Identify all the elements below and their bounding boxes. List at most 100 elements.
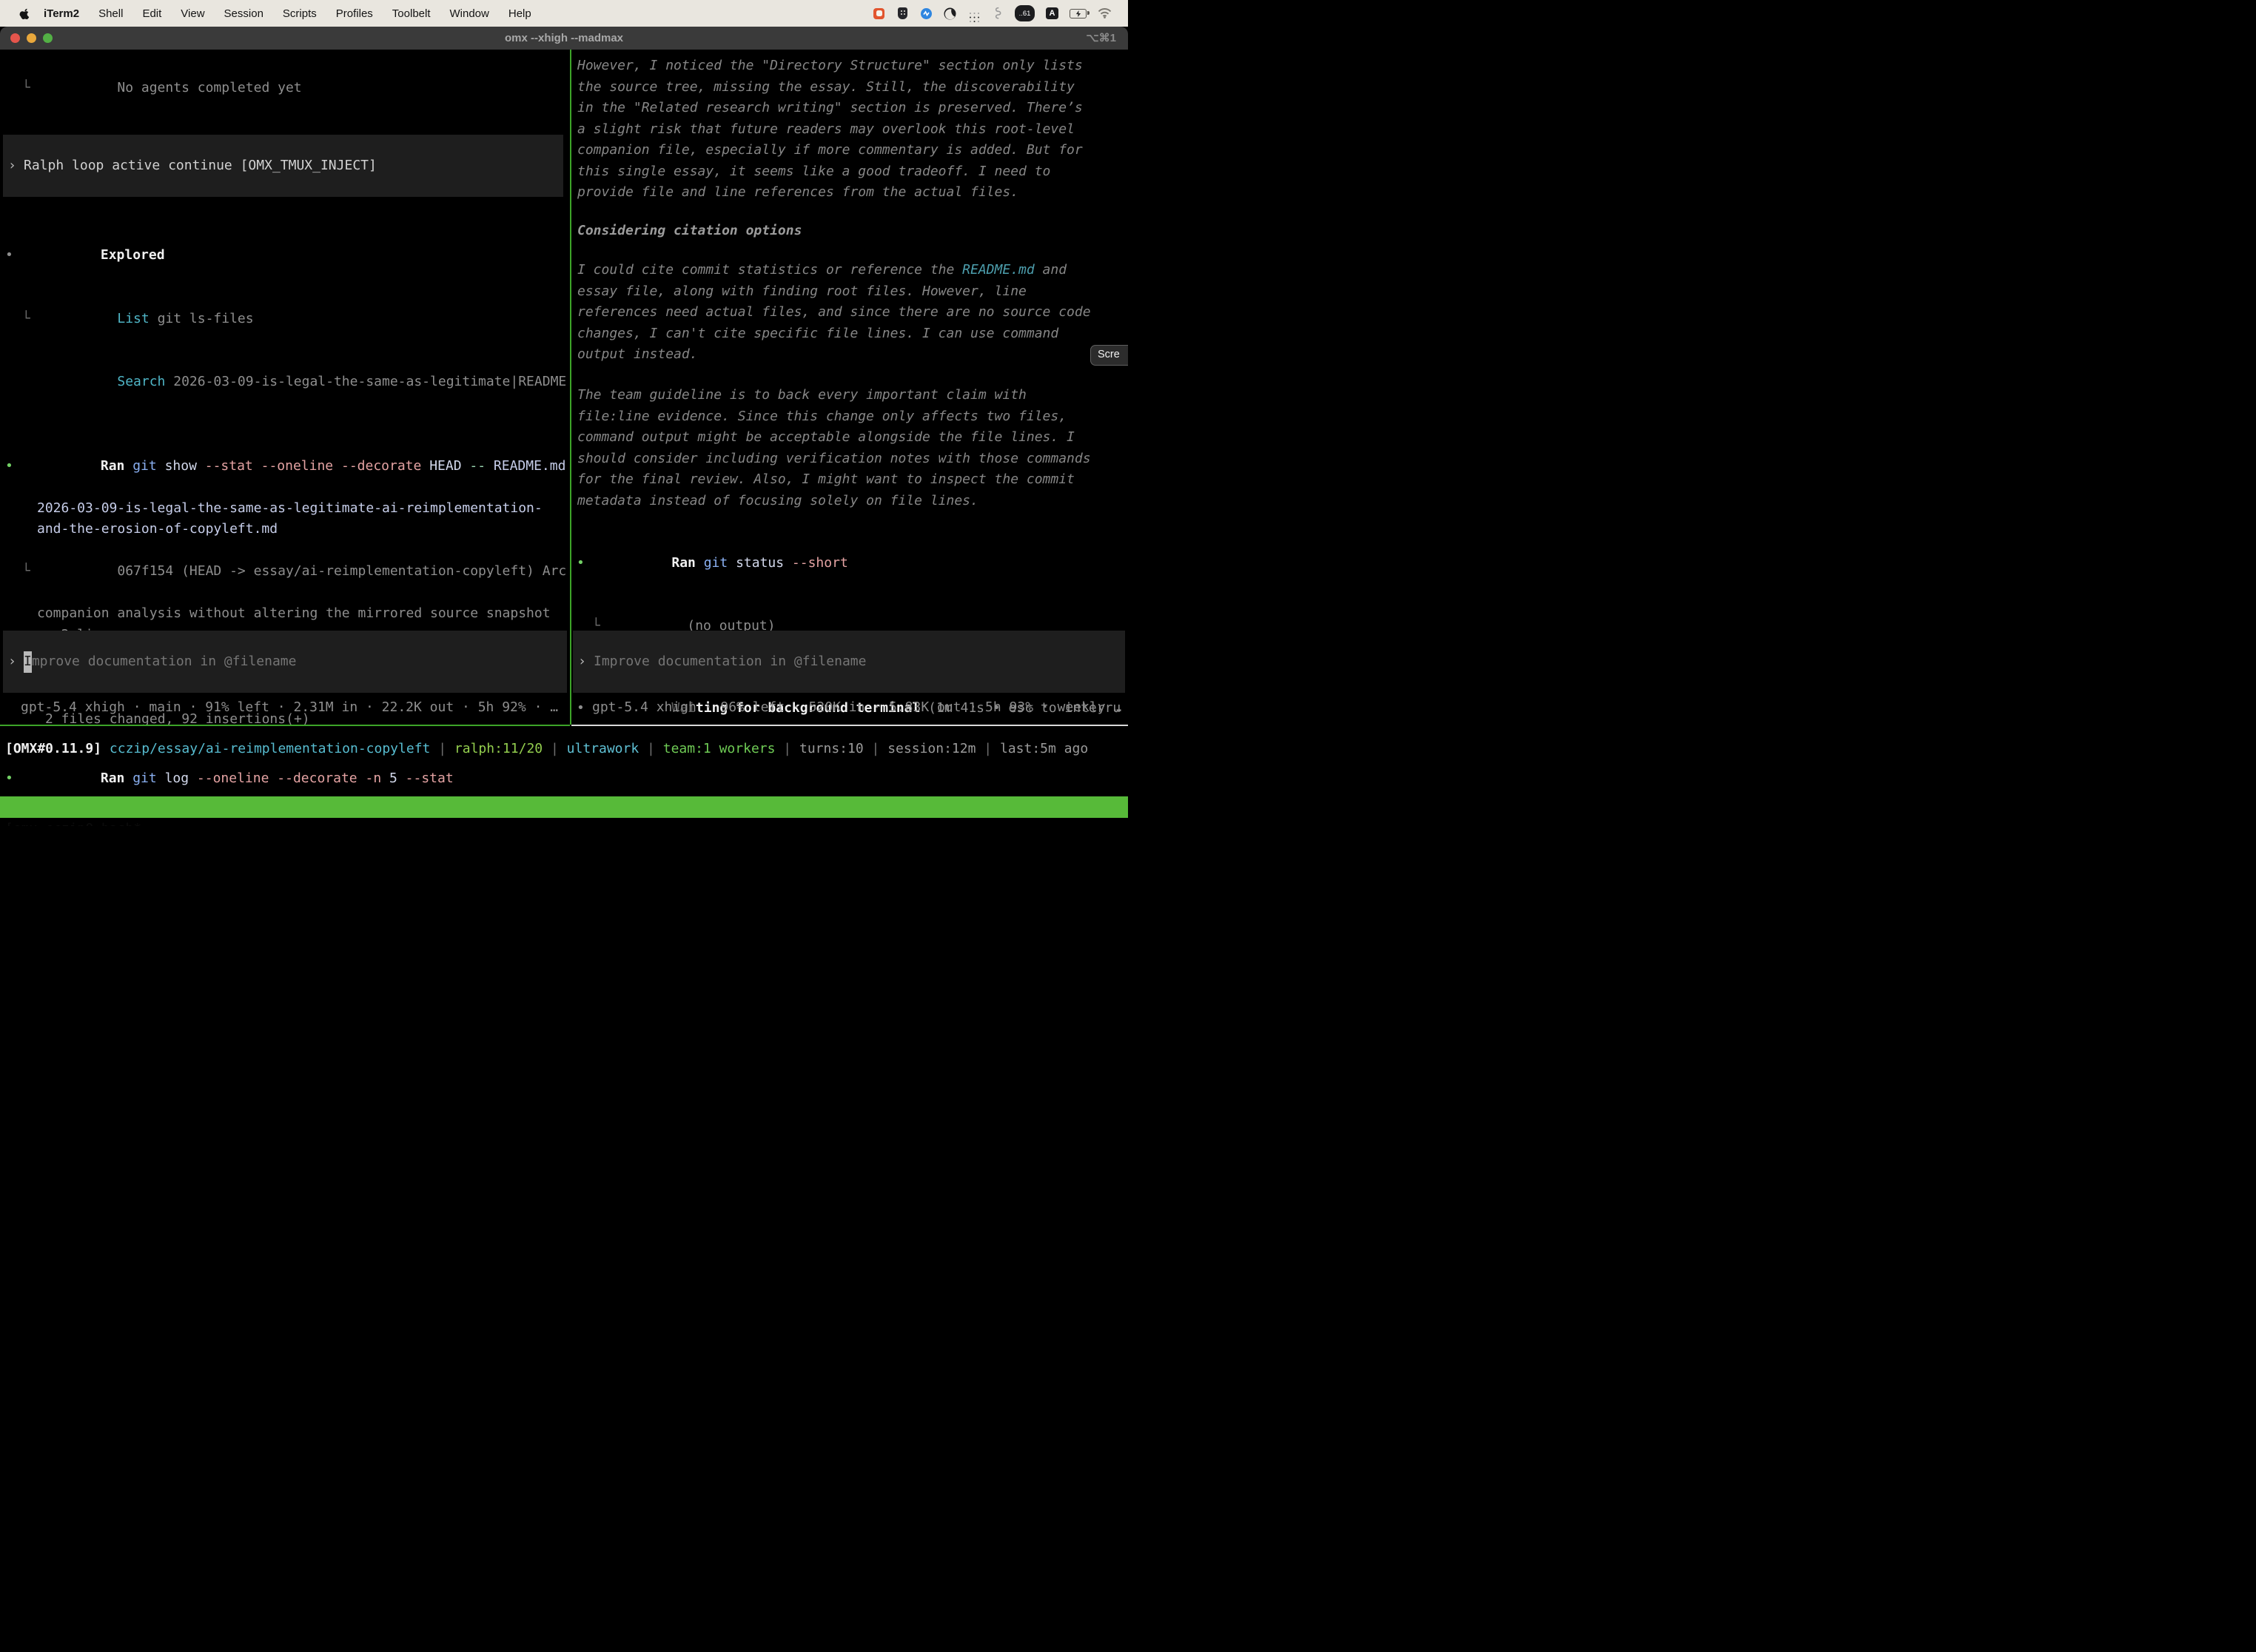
omx-version-label: [OMX#0.11.9]: [5, 741, 101, 756]
menu-item-session[interactable]: Session: [215, 7, 273, 20]
menu-item-help[interactable]: Help: [499, 7, 541, 20]
tree-branch-glyph: └: [22, 78, 30, 99]
tree-branch-glyph: └: [22, 309, 30, 330]
bullet-icon: •: [577, 553, 585, 574]
cmd-token-git: git: [132, 770, 157, 786]
bullet-icon: •: [577, 698, 585, 719]
separator: |: [551, 741, 559, 756]
tmux-session-label: [omx-cczip0:bash*: [5, 818, 141, 826]
wifi-icon[interactable]: [1098, 7, 1112, 20]
cmd-arg-wrap-line: 2026-03-09-is-legal-the-same-as-legitima…: [0, 498, 567, 520]
separator: |: [438, 741, 446, 756]
cmd-token-flags: --oneline --decorate -n: [197, 770, 381, 786]
window-shortcut-label: ⌥⌘1: [1086, 27, 1116, 50]
cmd-token-sep: --: [469, 458, 486, 474]
explored-header-line: •Explored: [0, 224, 567, 288]
dot-grid-icon[interactable]: [967, 7, 980, 20]
cmd-token-flags: --stat: [406, 770, 454, 786]
right-pane-border: [571, 725, 1128, 726]
left-pane-border: [0, 725, 570, 726]
squiggle-icon[interactable]: [991, 7, 1004, 20]
cmd-token-sub: show: [165, 458, 197, 474]
menu-item-shell[interactable]: Shell: [89, 7, 132, 20]
menu-item-profiles[interactable]: Profiles: [326, 7, 383, 20]
battery-icon[interactable]: [1070, 7, 1087, 20]
separator: |: [984, 741, 992, 756]
security-shield-icon[interactable]: [896, 7, 909, 20]
cmd-token-sub: status: [736, 555, 784, 571]
cmd-token-head: HEAD: [429, 458, 461, 474]
pane-divider[interactable]: [570, 50, 571, 725]
ralph-counter: ralph:11/20: [454, 741, 543, 756]
right-agent-pane: However, I noticed the "Directory Struct…: [571, 50, 1128, 740]
session-duration: session:12m: [887, 741, 976, 756]
last-activity-label: last:5m ago: [1000, 741, 1088, 756]
reasoning-paragraph: However, I noticed the "Directory Struct…: [571, 56, 1095, 204]
moon-icon[interactable]: [944, 7, 956, 20]
left-model-status-line: gpt-5.4 xhigh · main · 91% left · 2.31M …: [21, 697, 567, 719]
menu-bar-status-area: ..61 A: [873, 5, 1128, 21]
explored-list-line: └Listgit ls-files: [0, 287, 567, 351]
agents-status-line: └No agents completed yet: [0, 56, 567, 120]
prompt-text: Improve documentation in @filename: [3, 651, 567, 673]
menu-item-view[interactable]: View: [171, 7, 214, 20]
right-prompt-input[interactable]: ›Improve documentation in @filename: [573, 631, 1125, 693]
sync-badge-icon[interactable]: [920, 7, 933, 20]
bullet-icon: •: [5, 768, 13, 790]
cmd-token-flags: --stat --oneline --decorate: [205, 458, 422, 474]
omx-branch-path: cczip/essay/ai-reimplementation-copyleft: [110, 741, 430, 756]
left-agent-pane: └No agents completed yet ›Ralph loop act…: [0, 50, 570, 826]
cmd-output-line: └067f154 (HEAD -> essay/ai-reimplementat…: [0, 540, 567, 604]
battery-percent-badge[interactable]: ..61: [1015, 5, 1035, 21]
menu-item-scripts[interactable]: Scripts: [273, 7, 326, 20]
terminal-content: └No agents completed yet ›Ralph loop act…: [0, 50, 1128, 826]
menu-item-edit[interactable]: Edit: [132, 7, 171, 20]
screen-overlay-toast[interactable]: Scre: [1090, 345, 1128, 366]
separator: |: [872, 741, 880, 756]
cmd-token-sub: log: [165, 770, 189, 786]
cmd-token-git: git: [704, 555, 728, 571]
readme-file-reference: README.md: [962, 262, 1035, 278]
cmd-arg-wrap-line: and-the-erosion-of-copyleft.md: [0, 519, 567, 540]
left-prompt-input[interactable]: ›Improve documentation in @filename: [3, 631, 567, 693]
menu-item-toolbelt[interactable]: Toolbelt: [383, 7, 440, 20]
menu-item-iterm2[interactable]: iTerm2: [33, 7, 89, 20]
ultrawork-label: ultrawork: [567, 741, 639, 756]
ran-git-show-line: •Rangitshow--stat --oneline --decorateHE…: [0, 434, 567, 498]
prompt-chevron-icon: ›: [578, 651, 586, 673]
separator: |: [783, 741, 791, 756]
separator: |: [647, 741, 655, 756]
tmux-status-bar: [omx-cczip0:bash* "MacBook-Pro-44.local"…: [0, 796, 1128, 818]
prompt-text: Improve documentation in @filename: [573, 651, 1125, 673]
explored-search-line: Search2026-03-09-is-legal-the-same-as-le…: [0, 351, 567, 414]
macos-menu-bar: iTerm2 Shell Edit View Session Scripts P…: [0, 0, 1128, 27]
reasoning-heading: Considering citation options: [571, 221, 1121, 242]
reasoning-paragraph: I could cite commit statistics or refere…: [571, 260, 1095, 366]
ralph-loop-banner[interactable]: ›Ralph loop active continue [OMX_TMUX_IN…: [3, 135, 563, 197]
ralph-loop-text: Ralph loop active continue [OMX_TMUX_INJ…: [3, 155, 563, 177]
ran-git-status-line: •Rangitstatus--short: [571, 531, 1121, 595]
bullet-icon: •: [5, 245, 13, 266]
cmd-output-line: companion analysis without altering the …: [0, 603, 567, 625]
window-title: omx --xhigh --madmax: [0, 27, 1128, 50]
tree-branch-glyph: └: [22, 561, 30, 582]
tool-verb: Search: [117, 374, 165, 389]
tool-verb: List: [117, 311, 149, 326]
cmd-token-file: README.md: [494, 458, 566, 474]
text-cursor: I: [24, 651, 32, 673]
apple-menu-icon[interactable]: [19, 7, 30, 20]
cmd-token-flags: --short: [792, 555, 848, 571]
input-source-icon[interactable]: A: [1046, 7, 1058, 19]
omx-status-bar: [OMX#0.11.9] cczip/essay/ai-reimplementa…: [5, 739, 1128, 760]
reasoning-paragraph: The team guideline is to back every impo…: [571, 385, 1095, 511]
cmd-token-git: git: [132, 458, 157, 474]
screen-recording-icon[interactable]: [873, 7, 885, 20]
prompt-chevron-icon: ›: [8, 651, 16, 673]
right-model-status-line: gpt-5.4 xhigh · 96% left · 520K in · 5.8…: [592, 697, 1125, 719]
bullet-icon: •: [5, 456, 13, 477]
menu-item-window[interactable]: Window: [440, 7, 499, 20]
prompt-chevron-icon: ›: [8, 155, 16, 177]
window-title-bar[interactable]: omx --xhigh --madmax ⌥⌘1: [0, 27, 1128, 50]
iterm2-window: omx --xhigh --madmax ⌥⌘1 └No agents comp…: [0, 27, 1128, 826]
cmd-token-n: 5: [389, 770, 397, 786]
